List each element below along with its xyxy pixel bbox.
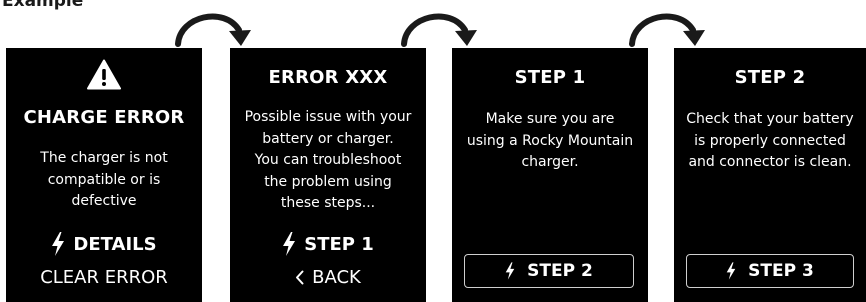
message-line: is properly connected	[694, 132, 846, 149]
details-label: DETAILS	[73, 233, 157, 255]
message-line: charger.	[521, 154, 579, 170]
flow-arrow-icon-3	[629, 13, 705, 47]
message-line: using a Rocky Mountain	[466, 132, 634, 149]
lightning-bolt-icon	[52, 232, 65, 256]
screen-message: Check that your battery is properly conn…	[674, 109, 866, 174]
example-heading: Example	[2, 0, 84, 11]
lightning-bolt-icon	[505, 262, 515, 280]
message-line: You can troubleshoot	[254, 152, 402, 168]
chevron-left-icon	[296, 270, 304, 285]
step-2-button[interactable]: STEP 2	[464, 254, 634, 288]
flow-arrow-icon-1	[175, 13, 251, 47]
message-line: Make sure you are	[485, 111, 615, 127]
screen-charge-error: CHARGE ERROR The charger is not compatib…	[6, 48, 202, 302]
clear-error-label: CLEAR ERROR	[40, 267, 168, 288]
message-line: The charger is not	[40, 150, 168, 166]
screen-title: ERROR XXX	[268, 67, 388, 88]
screen-step-1: STEP 1 Make sure you are using a Rocky M…	[452, 48, 648, 302]
flow-arrow-icon-2	[401, 13, 477, 47]
screen-step-2: STEP 2 Check that your battery is proper…	[674, 48, 866, 302]
screen-error-detail: ERROR XXX Possible issue with your batte…	[230, 48, 426, 302]
screen-title: STEP 1	[514, 67, 586, 88]
message-line: Check that your battery	[686, 111, 854, 127]
step-2-label: STEP 2	[527, 261, 593, 281]
screen-message: Possible issue with your battery or char…	[230, 107, 426, 215]
message-line: defective	[71, 193, 137, 209]
screen-title: STEP 2	[734, 67, 806, 88]
details-action[interactable]: DETAILS	[6, 232, 202, 256]
lightning-bolt-icon	[283, 232, 296, 256]
screen-message: The charger is not compatible or is defe…	[6, 148, 202, 213]
screen-title: CHARGE ERROR	[23, 107, 185, 128]
back-action[interactable]: BACK	[230, 267, 426, 288]
step-1-label: STEP 1	[304, 233, 374, 255]
message-line: Possible issue with your	[244, 109, 412, 125]
back-label: BACK	[312, 267, 361, 288]
lightning-bolt-icon	[726, 262, 736, 280]
screen-message: Make sure you are using a Rocky Mountain…	[452, 109, 648, 174]
clear-error-action[interactable]: CLEAR ERROR	[6, 267, 202, 288]
message-line: compatible or is	[47, 171, 161, 188]
message-line: these steps...	[280, 195, 376, 211]
step-1-action[interactable]: STEP 1	[230, 232, 426, 256]
message-line: battery or charger.	[262, 130, 394, 147]
message-line: the problem using	[264, 173, 392, 190]
message-line: and connector is clean.	[688, 154, 852, 170]
warning-icon	[87, 59, 121, 90]
step-3-button[interactable]: STEP 3	[686, 254, 854, 288]
step-3-label: STEP 3	[748, 261, 814, 281]
